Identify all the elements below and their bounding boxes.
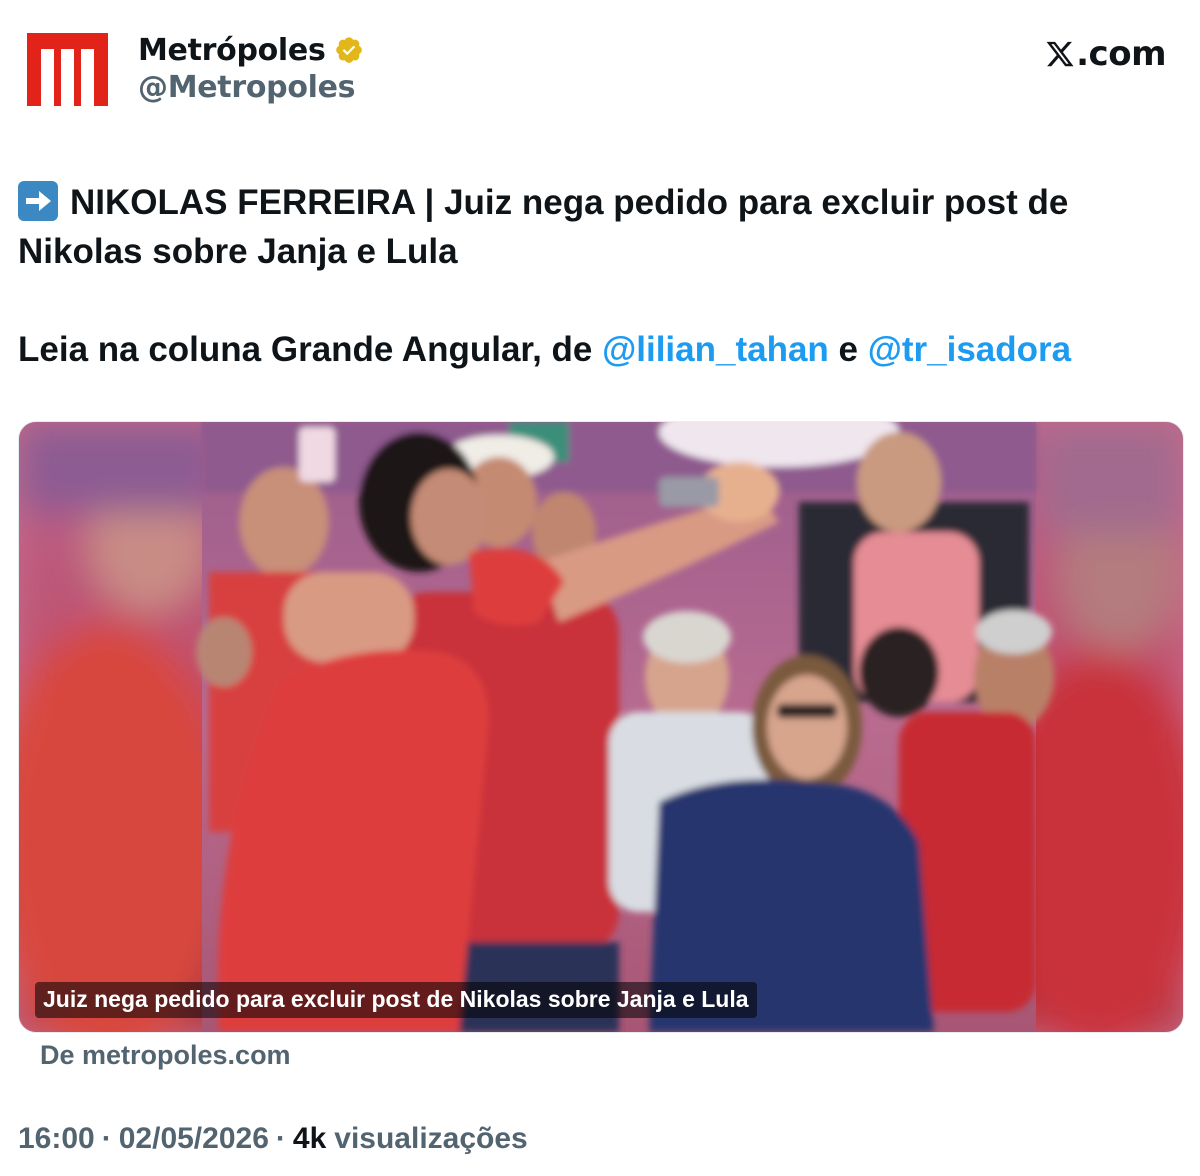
tweet-time[interactable]: 16:00 [18, 1122, 95, 1156]
media-caption: Juiz nega pedido para excluir post de Ni… [35, 982, 757, 1018]
column-prefix: Leia na coluna Grande Angular, de [18, 330, 603, 369]
author-handle[interactable]: @Metropoles [138, 70, 364, 105]
x-logo-icon [1046, 41, 1074, 67]
views-count[interactable]: 4k [293, 1122, 326, 1156]
tweet-meta: 16:00 · 02/05/2026 · 4k visualizações [18, 1122, 528, 1156]
media-image [19, 422, 1183, 1032]
author-block[interactable]: Metrópoles @Metropoles [138, 30, 364, 105]
tweet-text: NIKOLAS FERREIRA | Juiz nega pedido para… [18, 178, 1178, 374]
views-label[interactable]: visualizações [334, 1122, 527, 1156]
meta-separator: · [275, 1122, 286, 1155]
meta-separator: · [101, 1122, 112, 1155]
media-card[interactable]: Juiz nega pedido para excluir post de Ni… [18, 421, 1184, 1033]
tweet-header: Metrópoles @Metropoles .com [0, 0, 1200, 130]
x-com-label: .com [1076, 34, 1166, 74]
connector-text: e [828, 330, 868, 369]
verified-badge-icon [335, 37, 362, 63]
right-arrow-emoji-icon [18, 181, 58, 221]
x-com-link[interactable]: .com [1045, 34, 1166, 74]
tweet-headline: NIKOLAS FERREIRA | Juiz nega pedido para… [18, 183, 1069, 271]
tweet-column-line: Leia na coluna Grande Angular, de @lilia… [18, 325, 1178, 374]
tweet-headline-line: NIKOLAS FERREIRA | Juiz nega pedido para… [18, 178, 1178, 276]
mention-tr-isadora[interactable]: @tr_isadora [868, 330, 1071, 369]
metropoles-logo-icon[interactable] [27, 33, 108, 106]
link-source[interactable]: De metropoles.com [40, 1040, 291, 1071]
author-name[interactable]: Metrópoles [138, 33, 326, 68]
tweet-date[interactable]: 02/05/2026 [119, 1122, 269, 1156]
mention-lilian-tahan[interactable]: @lilian_tahan [602, 330, 829, 369]
